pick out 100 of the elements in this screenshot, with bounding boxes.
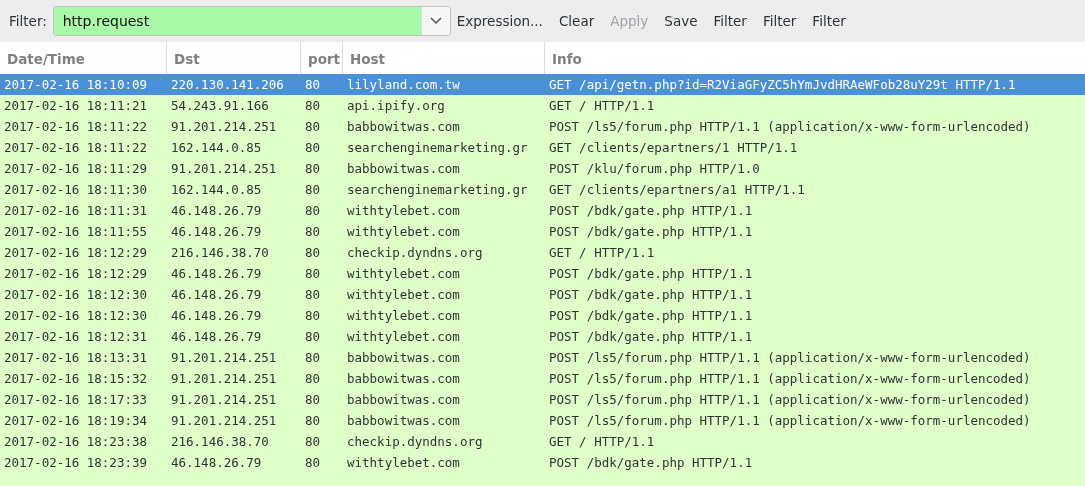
table-row[interactable]: 2017-02-16 18:11:29 91.201.214.251 80 babbowitwas.com POST /klu/forum.php HTTP/1.0 — [0, 158, 1085, 179]
table-row[interactable]: 2017-02-16 18:11:22 91.201.214.251 80 babbowitwas.com POST /ls5/forum.php HTTP/1.1 (application/x-www-form-urlencoded) — [0, 116, 1085, 137]
table-cell-text: 91.201.214.251 — [170, 350, 278, 365]
table-cell-text: searchenginemarketing.gr — [346, 182, 529, 197]
table-row[interactable]: 2017-02-16 18:12:31 46.148.26.79 80 withtylebet.com POST /bdk/gate.php HTTP/1.1 — [0, 326, 1085, 347]
table-cell-text: 2017-02-16 18:12:29 — [3, 266, 148, 281]
table-row[interactable]: 2017-02-16 18:12:30 46.148.26.79 80 withtylebet.com POST /bdk/gate.php HTTP/1.1 — [0, 305, 1085, 326]
table-cell-text: 216.146.38.70 — [170, 434, 270, 449]
table-cell-text: 2017-02-16 18:12:31 — [3, 329, 148, 344]
table-cell-text: babbowitwas.com — [346, 161, 461, 176]
table-cell-text: 91.201.214.251 — [170, 161, 278, 176]
table-row[interactable]: 2017-02-16 18:11:21 54.243.91.166 80 api.ipify.org GET / HTTP/1.1 — [0, 95, 1085, 116]
table-cell-text: babbowitwas.com — [346, 350, 461, 365]
table-cell-text: withtylebet.com — [346, 455, 461, 470]
table-cell-text: withtylebet.com — [346, 287, 461, 302]
table-cell-text: 80 — [304, 161, 322, 176]
table-row[interactable]: 2017-02-16 18:12:30 46.148.26.79 80 withtylebet.com POST /bdk/gate.php HTTP/1.1 — [0, 284, 1085, 305]
table-cell-text: 2017-02-16 18:11:31 — [3, 203, 148, 218]
table-cell-text: 80 — [304, 329, 322, 344]
table-cell-text: 80 — [304, 245, 322, 260]
table-cell-text: withtylebet.com — [346, 266, 461, 281]
table-cell-text: POST /bdk/gate.php HTTP/1.1 — [548, 287, 754, 302]
table-cell-text: POST /ls5/forum.php HTTP/1.1 (application/x-www-form-urlencoded) — [548, 392, 1032, 407]
table-row[interactable]: 2017-02-16 18:11:31 46.148.26.79 80 withtylebet.com POST /bdk/gate.php HTTP/1.1 — [0, 200, 1085, 221]
table-cell-text: 2017-02-16 18:11:29 — [3, 161, 148, 176]
table-cell-text: POST /bdk/gate.php HTTP/1.1 — [548, 455, 754, 470]
filter-field[interactable]: http.request — [52, 6, 451, 36]
table-row[interactable]: 2017-02-16 18:19:34 91.201.214.251 80 babbowitwas.com POST /ls5/forum.php HTTP/1.1 (application/x-www-form-urlencoded) — [0, 410, 1085, 431]
table-cell-text: checkip.dyndns.org — [346, 245, 484, 260]
table-cell-text: POST /bdk/gate.php HTTP/1.1 — [548, 308, 754, 323]
table-cell-text: 2017-02-16 18:19:34 — [3, 413, 148, 428]
table-row[interactable]: 2017-02-16 18:23:38 216.146.38.70 80 checkip.dyndns.org GET / HTTP/1.1 — [0, 431, 1085, 452]
table-cell-text: 2017-02-16 18:23:38 — [3, 434, 148, 449]
table-cell-text: 46.148.26.79 — [170, 308, 263, 323]
toolbar-button[interactable]: Clear — [552, 7, 601, 35]
table-cell-text: 46.148.26.79 — [170, 203, 263, 218]
table-cell-text: 80 — [304, 413, 322, 428]
table-cell-text: 54.243.91.166 — [170, 98, 270, 113]
table-row[interactable]: 2017-02-16 18:11:30 162.144.0.85 80 searchenginemarketing.gr GET /clients/epartners/a1 HTTP/1.1 — [0, 179, 1085, 200]
table-cell-text: 80 — [304, 266, 322, 281]
table-cell-text: 2017-02-16 18:11:21 — [3, 98, 148, 113]
table-cell-text: POST /bdk/gate.php HTTP/1.1 — [548, 266, 754, 281]
table-row[interactable]: 2017-02-16 18:11:22 162.144.0.85 80 searchenginemarketing.gr GET /clients/epartners/1 HTTP/1.1 — [0, 137, 1085, 158]
table-cell-text: 46.148.26.79 — [170, 329, 263, 344]
table-cell-text: POST /bdk/gate.php HTTP/1.1 — [548, 329, 754, 344]
toolbar-button[interactable]: Save — [658, 7, 704, 35]
table-cell-text: 80 — [304, 455, 322, 470]
table-cell-text: 46.148.26.79 — [170, 266, 263, 281]
toolbar-button[interactable]: Expression... — [450, 7, 549, 35]
column-header[interactable]: Info — [545, 42, 1085, 74]
table-cell-text: 2017-02-16 18:12:29 — [3, 245, 148, 260]
table-cell-text: 80 — [304, 308, 322, 323]
table-cell-text: searchenginemarketing.gr — [346, 140, 529, 155]
toolbar-button[interactable]: Filter — [756, 7, 803, 35]
table-cell-text: 80 — [304, 203, 322, 218]
table-cell-text: 80 — [304, 119, 322, 134]
table-row[interactable]: 2017-02-16 18:17:33 91.201.214.251 80 babbowitwas.com POST /ls5/forum.php HTTP/1.1 (application/x-www-form-urlencoded) — [0, 389, 1085, 410]
table-cell-text: GET / HTTP/1.1 — [548, 245, 656, 260]
table-cell-text: 80 — [304, 434, 322, 449]
table-cell-text: withtylebet.com — [346, 224, 461, 239]
table-cell-text: 80 — [304, 224, 322, 239]
table-cell-text: 2017-02-16 18:11:22 — [3, 140, 148, 155]
table-cell-text: 2017-02-16 18:23:39 — [3, 455, 148, 470]
table-cell-text: 2017-02-16 18:12:30 — [3, 287, 148, 302]
table-cell-text: 2017-02-16 18:10:09 — [3, 77, 148, 92]
table-row[interactable]: 2017-02-16 18:15:32 91.201.214.251 80 babbowitwas.com POST /ls5/forum.php HTTP/1.1 (application/x-www-form-urlencoded) — [0, 368, 1085, 389]
dropdown-button[interactable] — [420, 7, 450, 35]
table-cell-text: 46.148.26.79 — [170, 224, 263, 239]
table-cell-text: POST /ls5/forum.php HTTP/1.1 (application/x-www-form-urlencoded) — [548, 413, 1032, 428]
table-row[interactable]: 2017-02-16 18:11:55 46.148.26.79 80 withtylebet.com POST /bdk/gate.php HTTP/1.1 — [0, 221, 1085, 242]
table-row[interactable]: 2017-02-16 18:12:29 216.146.38.70 80 checkip.dyndns.org GET / HTTP/1.1 — [0, 242, 1085, 263]
table-cell-text: 2017-02-16 18:13:31 — [3, 350, 148, 365]
table-cell-text: 91.201.214.251 — [170, 371, 278, 386]
table-cell-text: 91.201.214.251 — [170, 119, 278, 134]
filter-label: Filter: — [9, 13, 47, 29]
table-cell-text: withtylebet.com — [346, 308, 461, 323]
table-cell-text: lilyland.com.tw — [346, 77, 461, 92]
table-cell-text: withtylebet.com — [346, 329, 461, 344]
table-cell-text: 80 — [304, 350, 322, 365]
table-cell-text: 80 — [304, 182, 322, 197]
table-cell-text: 2017-02-16 18:12:30 — [3, 308, 148, 323]
table-cell-text: babbowitwas.com — [346, 413, 461, 428]
table-cell-text: 91.201.214.251 — [170, 413, 278, 428]
table-row[interactable]: 2017-02-16 18:12:29 46.148.26.79 80 withtylebet.com POST /bdk/gate.php HTTP/1.1 — [0, 263, 1085, 284]
table-cell-text: 80 — [304, 392, 322, 407]
table-cell-text: 2017-02-16 18:15:32 — [3, 371, 148, 386]
chevron-down-icon — [429, 17, 442, 25]
table-row[interactable]: 2017-02-16 18:23:39 46.148.26.79 80 withtylebet.com POST /bdk/gate.php HTTP/1.1 — [0, 452, 1085, 473]
table-cell-text: 80 — [304, 371, 322, 386]
toolbar-button[interactable]: Filter — [707, 7, 753, 35]
toolbar-button[interactable]: Filter — [806, 7, 852, 35]
table-cell-text: 80 — [304, 140, 322, 155]
table-cell-text: 46.148.26.79 — [170, 455, 263, 470]
table-cell-text: 2017-02-16 18:17:33 — [3, 392, 148, 407]
table-cell-text: GET /api/getn.php?id=R2ViaGFyZC5hYmJvdHRAeWFob28uY29t HTTP/1.1 — [548, 77, 1017, 92]
table-cell-text: 46.148.26.79 — [170, 287, 263, 302]
table-cell-text: 91.201.214.251 — [170, 392, 278, 407]
table-row[interactable]: 2017-02-16 18:13:31 91.201.214.251 80 babbowitwas.com POST /ls5/forum.php HTTP/1.1 (application/x-www-form-urlencoded) — [0, 347, 1085, 368]
table-cell-text: 216.146.38.70 — [170, 245, 270, 260]
table-cell-text: 80 — [304, 287, 322, 302]
